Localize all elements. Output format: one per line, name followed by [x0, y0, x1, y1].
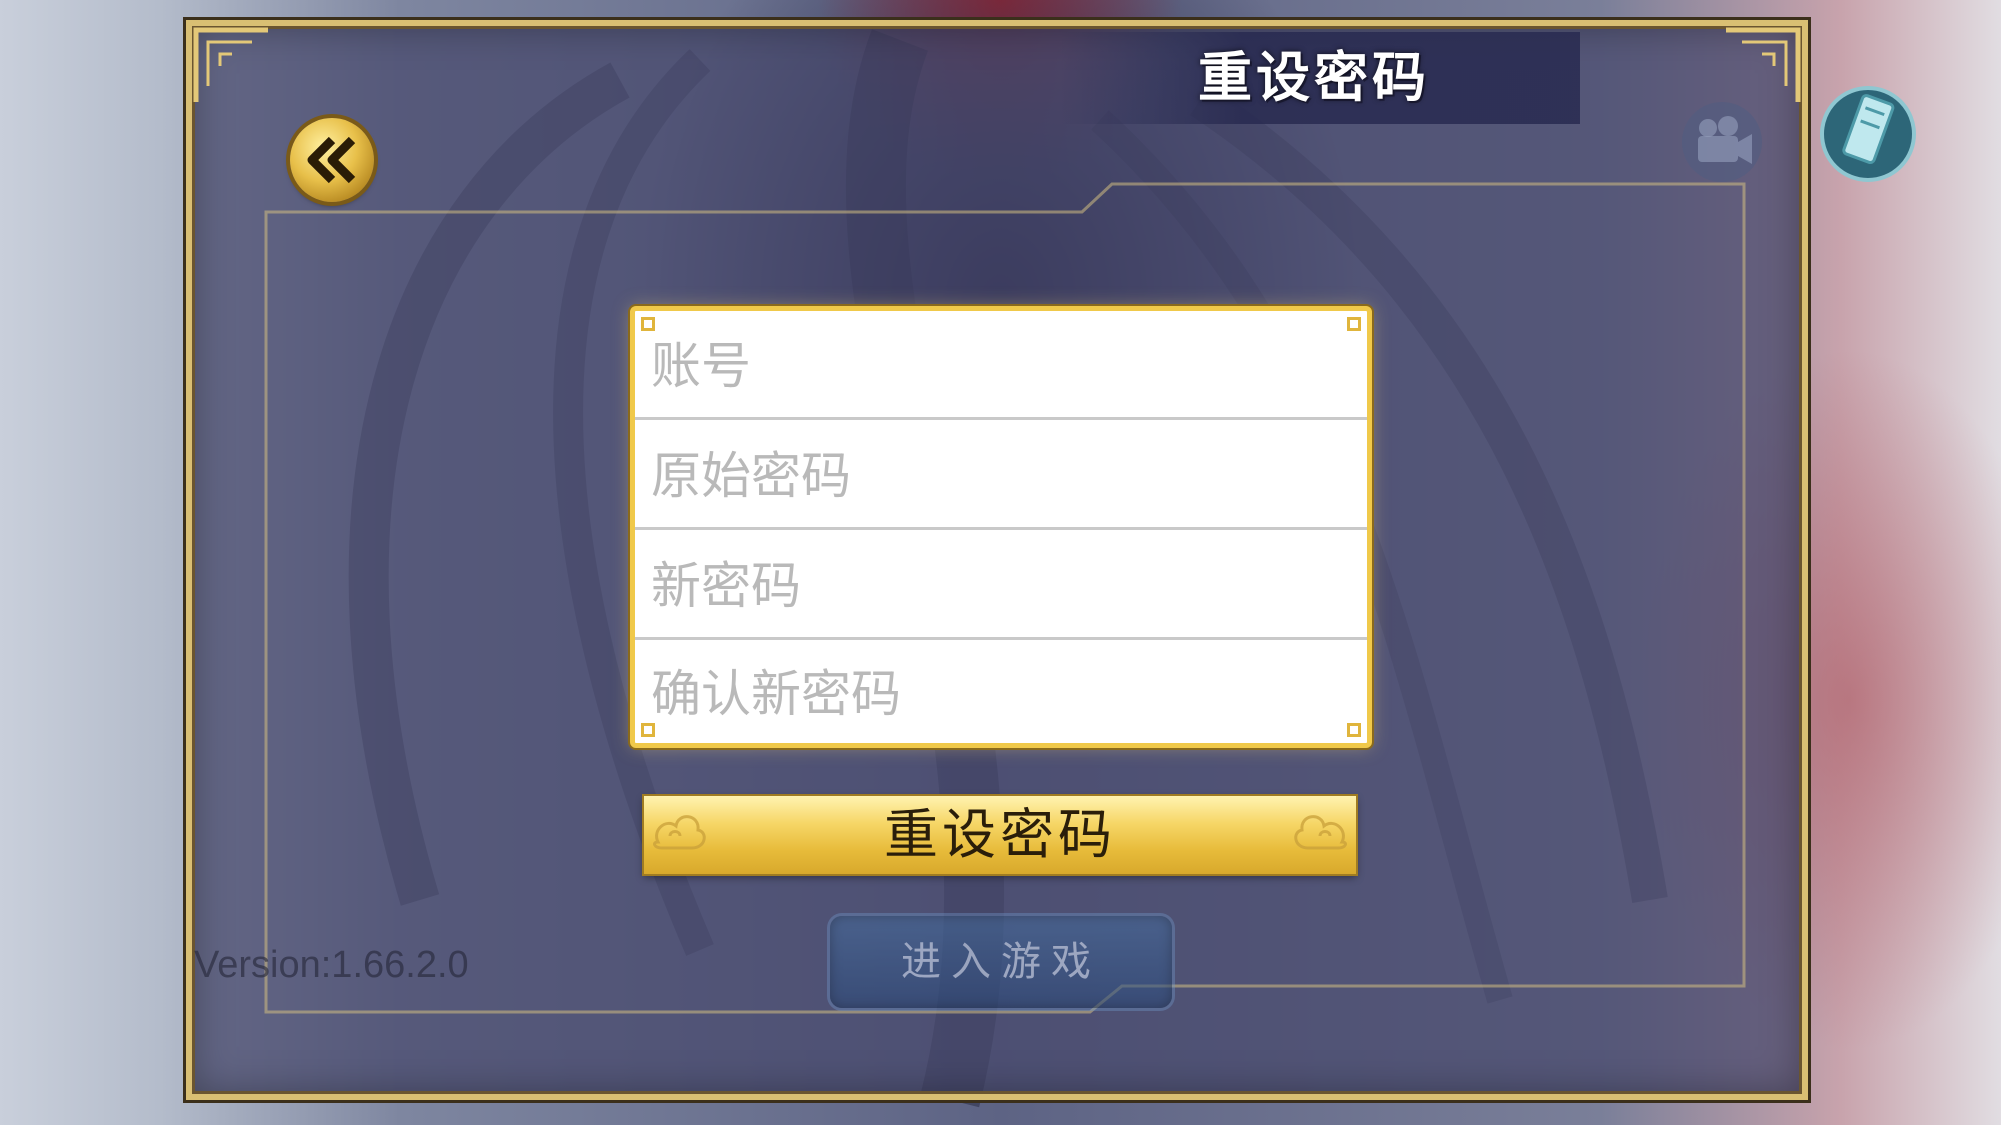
- reset-password-button-label: 重设密码: [884, 803, 1116, 866]
- back-button[interactable]: [290, 118, 374, 202]
- divider: [635, 417, 1367, 420]
- enter-game-button[interactable]: 进入游戏: [830, 916, 1172, 1008]
- double-chevron-left-icon: [307, 136, 356, 184]
- enter-game-button-label: 进入游戏: [901, 939, 1101, 985]
- account-input[interactable]: [651, 311, 1341, 421]
- page-title: 重设密码: [1198, 46, 1430, 109]
- old-password-input[interactable]: [651, 421, 1341, 531]
- old-password-field: [635, 421, 1367, 531]
- confirm-password-field: [635, 639, 1367, 749]
- scroll-icon[interactable]: [1818, 80, 1918, 186]
- title-banner: 重设密码: [1060, 32, 1580, 124]
- game-screen: 重设密码 账号 重设密码 进入游戏 Version:1.66.2.0: [0, 0, 2001, 1125]
- cloud-ornament-icon: [1294, 815, 1347, 850]
- reset-password-button[interactable]: 重设密码: [644, 796, 1356, 874]
- video-camera-icon: [1682, 102, 1762, 182]
- account-field: [635, 311, 1367, 421]
- password-form: [630, 306, 1372, 749]
- version-label: Version:1.66.2.0: [194, 944, 469, 986]
- new-password-field: [635, 531, 1367, 641]
- confirm-password-input[interactable]: [651, 639, 1341, 749]
- new-password-input[interactable]: [651, 531, 1341, 641]
- divider: [635, 527, 1367, 530]
